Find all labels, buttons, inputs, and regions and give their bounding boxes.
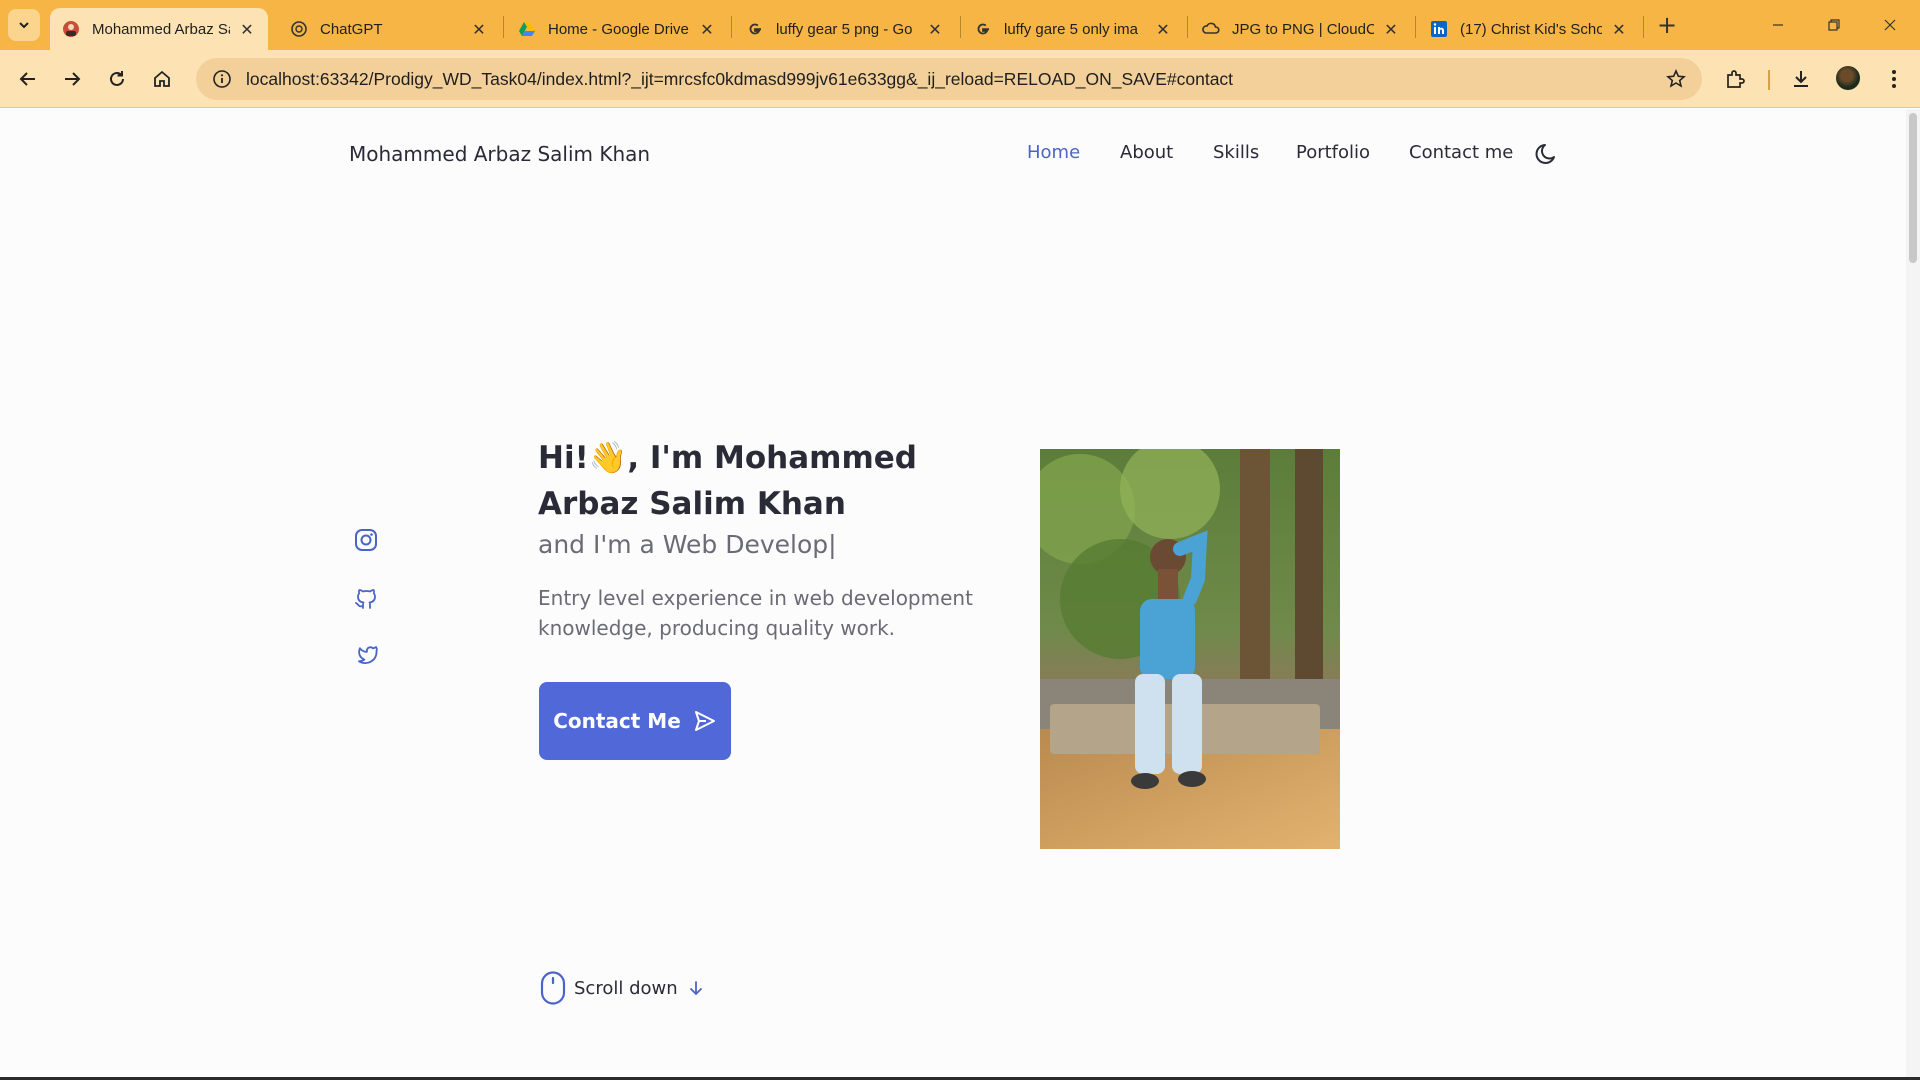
tab-google-search-1[interactable]: luffy gear 5 png - Go ✕ <box>734 8 956 50</box>
minimize-button[interactable] <box>1750 0 1806 50</box>
scroll-down-link[interactable]: Scroll down <box>540 971 704 1005</box>
tab-linkedin[interactable]: (17) Christ Kid's Scho ✕ <box>1418 8 1640 50</box>
close-icon[interactable]: ✕ <box>238 20 256 39</box>
site-brand[interactable]: Mohammed Arbaz Salim Khan <box>349 142 650 166</box>
nav-home[interactable]: Home <box>1027 142 1080 163</box>
close-icon[interactable]: ✕ <box>698 20 716 39</box>
tab-title: JPG to PNG | CloudC <box>1232 20 1374 38</box>
moon-icon[interactable] <box>1534 141 1560 167</box>
twitter-icon[interactable] <box>354 643 378 667</box>
close-icon[interactable]: ✕ <box>1382 20 1400 39</box>
nav-about[interactable]: About <box>1120 142 1173 163</box>
arrow-down-icon <box>689 981 702 996</box>
tab-separator <box>503 16 504 38</box>
tab-separator <box>1187 16 1188 38</box>
browser-tabstrip: Mohammed Arbaz Sa ✕ ChatGPT ✕ Home - Goo… <box>0 0 1920 50</box>
back-button[interactable] <box>12 63 44 95</box>
chatgpt-icon <box>290 20 308 38</box>
web-page: Mohammed Arbaz Salim Khan Home About Ski… <box>0 109 1920 1080</box>
nav-contact[interactable]: Contact me <box>1409 142 1513 163</box>
downloads-button[interactable] <box>1785 63 1817 95</box>
restore-button[interactable] <box>1806 0 1862 50</box>
restore-icon <box>1828 19 1840 31</box>
nav-skills[interactable]: Skills <box>1213 142 1259 163</box>
instagram-icon[interactable] <box>354 528 378 552</box>
hero-greeting-start: Hi! <box>538 440 589 476</box>
google-icon <box>974 20 992 38</box>
scroll-down-label: Scroll down <box>574 977 678 999</box>
page-scrollbar[interactable] <box>1906 109 1920 1080</box>
tab-separator <box>960 16 961 38</box>
scrollbar-thumb[interactable] <box>1909 113 1917 263</box>
hero-subtitle: and I'm a Web Develop| <box>538 530 837 559</box>
chevron-down-icon <box>19 22 29 29</box>
download-icon <box>1794 71 1808 87</box>
hero-title: Hi!👋, I'm Mohammed Arbaz Salim Khan <box>538 435 978 527</box>
close-window-button[interactable] <box>1862 0 1918 50</box>
toolbar-divider <box>1768 70 1770 90</box>
mouse-icon <box>540 971 566 1005</box>
menu-button[interactable] <box>1878 63 1910 95</box>
profile-photo <box>1040 449 1340 849</box>
hero-description: Entry level experience in web developmen… <box>538 586 973 640</box>
close-icon <box>1884 19 1896 31</box>
tab-title: luffy gare 5 only ima <box>1004 20 1138 38</box>
tab-title: Home - Google Drive <box>548 20 689 38</box>
more-vertical-icon <box>1892 70 1896 88</box>
tab-google-drive[interactable]: Home - Google Drive ✕ <box>506 8 728 50</box>
tab-separator <box>1643 16 1644 38</box>
tab-chatgpt[interactable]: ChatGPT ✕ <box>278 8 500 50</box>
cloudconvert-icon <box>1202 20 1220 38</box>
github-icon[interactable] <box>354 586 378 610</box>
arrow-right-icon <box>65 72 81 86</box>
forward-button[interactable] <box>56 63 88 95</box>
url-text[interactable]: localhost:63342/Prodigy_WD_Task04/index.… <box>246 69 1233 90</box>
site-info-icon[interactable] <box>210 67 234 91</box>
address-bar[interactable]: localhost:63342/Prodigy_WD_Task04/index.… <box>196 58 1702 100</box>
tab-google-search-2[interactable]: luffy gare 5 only ima ✕ <box>962 8 1184 50</box>
arrow-left-icon <box>19 72 35 86</box>
close-icon[interactable]: ✕ <box>470 20 488 39</box>
tab-separator <box>1415 16 1416 38</box>
tab-cloudconvert[interactable]: JPG to PNG | CloudC ✕ <box>1190 8 1412 50</box>
linkedin-icon <box>1430 20 1448 38</box>
close-icon[interactable]: ✕ <box>1154 20 1172 39</box>
reload-button[interactable] <box>101 63 133 95</box>
tab-title: luffy gear 5 png - Go <box>776 20 913 38</box>
puzzle-icon <box>1727 70 1745 88</box>
contact-me-button[interactable]: Contact Me <box>539 682 731 760</box>
google-drive-icon <box>518 20 536 38</box>
profile-avatar[interactable] <box>1836 66 1860 90</box>
close-icon[interactable]: ✕ <box>1610 20 1628 39</box>
tab-separator <box>731 16 732 38</box>
avatar-favicon-icon <box>62 20 80 38</box>
browser-toolbar: localhost:63342/Prodigy_WD_Task04/index.… <box>0 50 1920 108</box>
google-icon <box>746 20 764 38</box>
home-icon <box>154 70 170 87</box>
tab-search-button[interactable] <box>8 9 40 41</box>
minimize-icon <box>1773 24 1783 26</box>
close-icon[interactable]: ✕ <box>926 20 944 39</box>
bookmark-star-icon[interactable] <box>1664 67 1688 91</box>
tab-title: ChatGPT <box>320 20 383 38</box>
tab-title: (17) Christ Kid's Scho <box>1460 20 1602 38</box>
contact-me-label: Contact Me <box>553 709 681 733</box>
reload-icon <box>110 71 124 86</box>
send-icon <box>694 711 715 731</box>
tab-active[interactable]: Mohammed Arbaz Sa ✕ <box>50 8 268 50</box>
extensions-button[interactable] <box>1719 63 1751 95</box>
nav-portfolio[interactable]: Portfolio <box>1296 142 1370 163</box>
new-tab-button[interactable]: + <box>1654 11 1680 39</box>
wave-emoji: 👋 <box>588 440 628 476</box>
home-button[interactable] <box>146 63 178 95</box>
tab-title: Mohammed Arbaz Sa <box>92 20 230 38</box>
